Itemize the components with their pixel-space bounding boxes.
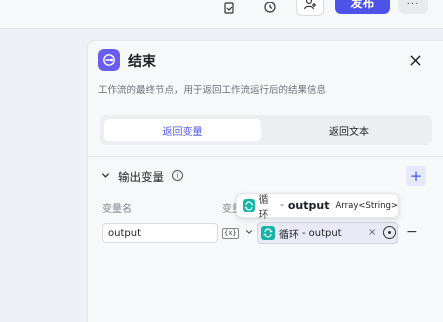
node-description: 工作流的最终节点，用于返回工作流运行后的结果信息 <box>98 85 327 96</box>
publish-button[interactable]: 发布 <box>335 0 390 14</box>
tab-bar: 返回变量 返回文本 <box>100 115 432 145</box>
tab-return-text[interactable]: 返回文本 <box>270 119 428 141</box>
history-doc-icon[interactable] <box>216 0 242 18</box>
clear-icon[interactable]: × <box>368 227 376 238</box>
end-node-panel: 结束 工作流的最终节点，用于返回工作流运行后的结果信息 返回变量 返回文本 输出… <box>87 40 443 322</box>
close-icon[interactable] <box>406 51 424 69</box>
variable-reference-field[interactable]: 循环 - output × <box>257 222 398 244</box>
output-section-title: 输出变量 <box>118 170 164 184</box>
variable-type-icon: {x} <box>222 227 239 239</box>
remove-variable-button[interactable]: − <box>406 225 418 239</box>
column-header-name: 变量名 <box>102 204 132 215</box>
reference-chip: 循环 - output <box>261 225 342 241</box>
reference-separator: - <box>302 227 306 239</box>
add-variable-button[interactable]: + <box>406 166 426 186</box>
variable-name-input[interactable]: output <box>102 223 218 243</box>
toolbar-divider <box>0 28 443 29</box>
chevron-down-icon <box>245 228 253 238</box>
node-title[interactable]: 结束 <box>128 51 156 71</box>
user-button[interactable] <box>296 0 324 16</box>
user-icon <box>303 0 317 16</box>
loop-icon <box>243 199 255 212</box>
loop-icon <box>261 226 275 240</box>
info-icon[interactable]: i <box>172 170 183 181</box>
tab-return-variables[interactable]: 返回变量 <box>104 119 261 141</box>
end-node-icon <box>98 49 120 71</box>
tooltip-variable-type: Array<String> <box>335 200 398 211</box>
tooltip-variable-name: output <box>287 199 330 212</box>
section-divider <box>88 156 443 157</box>
variable-picker-icon[interactable] <box>383 226 396 239</box>
tooltip-source: 循环 <box>258 194 269 221</box>
clock-icon[interactable] <box>257 0 283 18</box>
top-toolbar: 发布 ··· <box>0 0 443 28</box>
value-type-select[interactable]: {x} <box>222 223 256 243</box>
reference-variable: output <box>308 227 342 239</box>
more-icon[interactable]: ··· <box>398 0 428 14</box>
chevron-down-icon[interactable] <box>99 169 111 181</box>
variable-tooltip: 循环 - output Array<String> <box>236 193 399 221</box>
reference-source: 循环 <box>279 229 299 241</box>
tooltip-separator: - <box>280 200 284 211</box>
